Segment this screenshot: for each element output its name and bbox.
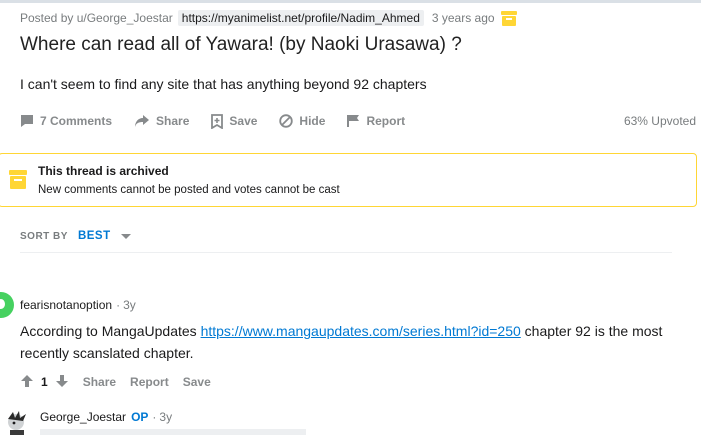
hide-button[interactable]: Hide xyxy=(279,114,325,128)
comment-share-button[interactable]: Share xyxy=(83,375,116,389)
report-label: Report xyxy=(366,114,406,128)
post-action-bar: 7 Comments Share Save Hide Report 63% Up… xyxy=(20,110,700,132)
comment-report-button[interactable]: Report xyxy=(130,375,169,389)
comment-author[interactable]: fearisnotanoption xyxy=(20,298,112,312)
archived-notice: This thread is archived New comments can… xyxy=(0,153,697,207)
sort-label: SORT BY xyxy=(20,230,68,242)
downvote-arrow-icon[interactable] xyxy=(55,374,69,391)
sort-value[interactable]: BEST xyxy=(78,230,111,242)
archive-icon xyxy=(500,10,517,26)
separator-dot: · xyxy=(152,410,157,424)
save-label: Save xyxy=(229,114,258,128)
archived-message: New comments cannot be posted and votes … xyxy=(38,184,340,196)
report-button[interactable]: Report xyxy=(347,114,405,128)
comment-time[interactable]: 3y xyxy=(123,298,136,312)
top-border xyxy=(0,0,701,3)
post-meta: Posted by u/George_Joestar https://myani… xyxy=(20,9,517,27)
share-icon xyxy=(134,114,150,128)
archived-title: This thread is archived xyxy=(38,164,169,178)
user-flair: https://myanimelist.net/profile/Nadim_Ah… xyxy=(177,10,424,26)
share-label: Share xyxy=(156,114,190,128)
comment-icon xyxy=(20,114,34,128)
chevron-down-icon[interactable] xyxy=(120,233,131,239)
vote-count: 1 xyxy=(41,375,48,389)
comment-meta: fearisnotanoption · 3y xyxy=(20,297,136,313)
hide-icon xyxy=(279,114,294,128)
separator-dot: · xyxy=(116,298,121,312)
posted-by-link[interactable]: Posted by u/George_Joestar xyxy=(20,11,173,25)
upvote-arrow-icon[interactable] xyxy=(20,374,34,391)
comments-label: 7 Comments xyxy=(40,114,113,128)
post-time[interactable]: 3 years ago xyxy=(432,11,495,25)
post-title: Where can read all of Yawara! (by Naoki … xyxy=(20,34,462,55)
post-body: I can't seem to find any site that has a… xyxy=(20,76,427,92)
sort-dropdown[interactable]: SORT BY BEST xyxy=(20,227,131,245)
mangaupdates-link[interactable]: https://www.mangaupdates.com/series.html… xyxy=(201,323,521,339)
hide-label: Hide xyxy=(299,114,326,128)
comment-text-start: According to MangaUpdates xyxy=(20,323,201,339)
op-badge: OP xyxy=(131,410,149,424)
comment-action-bar: 1 Share Report Save xyxy=(20,373,211,391)
comment-body: According to MangaUpdates https://www.ma… xyxy=(20,320,692,364)
comments-button[interactable]: 7 Comments xyxy=(20,114,112,128)
reply-author[interactable]: George_Joestar xyxy=(40,410,126,424)
reply-meta: George_Joestar OP · 3y xyxy=(40,409,172,425)
save-button[interactable]: Save xyxy=(211,113,258,129)
share-button[interactable]: Share xyxy=(134,114,189,128)
reply-time[interactable]: 3y xyxy=(159,410,172,424)
archive-icon xyxy=(9,170,27,190)
avatar[interactable] xyxy=(4,409,34,435)
avatar[interactable] xyxy=(0,292,14,318)
bookmark-icon xyxy=(211,113,224,129)
upvote-ratio: 63% Upvoted xyxy=(623,114,696,128)
comment-save-button[interactable]: Save xyxy=(183,375,211,389)
user-flair-partial xyxy=(40,429,306,435)
divider xyxy=(20,252,672,253)
flag-icon xyxy=(347,114,360,128)
